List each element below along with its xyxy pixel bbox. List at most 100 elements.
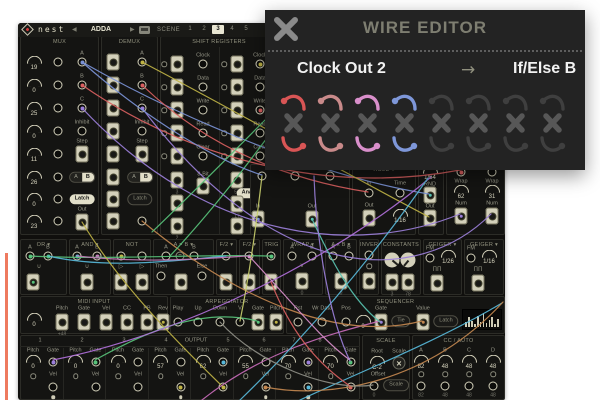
prev-patch-button[interactable]: ◀ (72, 27, 77, 33)
port-port[interactable] (285, 373, 291, 379)
jack-jack[interactable] (171, 125, 184, 142)
jack-jack[interactable] (265, 274, 278, 291)
knob[interactable]: 1/16 (478, 250, 500, 265)
jack-jack[interactable] (424, 210, 437, 227)
jack-jack[interactable] (431, 275, 444, 292)
port-port[interactable] (342, 318, 351, 327)
port-port[interactable] (115, 373, 121, 379)
port-port[interactable] (466, 371, 472, 377)
port-port[interactable] (26, 252, 35, 261)
knob[interactable]: 0 (23, 313, 45, 328)
jack-jack[interactable] (107, 146, 120, 163)
scene-1[interactable]: 1 (184, 25, 196, 34)
next-patch-button[interactable]: ▶ (130, 27, 135, 33)
port-port[interactable] (441, 382, 450, 391)
jack-jack[interactable] (171, 79, 184, 96)
port-port[interactable] (91, 358, 100, 367)
port-port[interactable] (54, 217, 63, 226)
wire-delete-button[interactable] (315, 90, 346, 158)
port-port[interactable] (267, 252, 276, 261)
port-port[interactable] (134, 358, 143, 367)
port-port[interactable] (308, 252, 317, 261)
port-port[interactable] (490, 371, 496, 377)
jack-jack[interactable] (455, 208, 468, 225)
port-port[interactable] (190, 252, 199, 261)
port-port[interactable] (49, 358, 58, 367)
jack-jack[interactable] (171, 195, 184, 212)
port-port[interactable] (418, 371, 424, 377)
read-port[interactable] (256, 129, 265, 138)
port-port[interactable] (261, 383, 270, 392)
jack-jack[interactable] (335, 273, 348, 290)
knob[interactable]: 70 (277, 355, 299, 370)
jack-jack[interactable] (157, 314, 170, 331)
latch-button[interactable]: Latch (70, 194, 95, 204)
scene-2[interactable]: 2 (198, 25, 210, 34)
port-port[interactable] (326, 172, 335, 181)
jack-jack[interactable] (231, 218, 244, 235)
port-port[interactable] (304, 383, 313, 392)
port-port[interactable] (467, 254, 476, 263)
port-port[interactable] (161, 107, 167, 113)
port-port[interactable] (288, 252, 297, 261)
port-port[interactable] (328, 373, 334, 379)
port-port[interactable] (134, 383, 143, 392)
knob[interactable]: 0 (22, 355, 44, 370)
jack-jack[interactable] (231, 148, 244, 165)
c-port[interactable] (138, 104, 147, 113)
jack-jack[interactable] (375, 314, 388, 331)
scene-4[interactable]: 4 (226, 25, 238, 34)
jack-jack[interactable] (56, 314, 69, 331)
a-port[interactable] (78, 58, 87, 67)
port-port[interactable] (346, 358, 355, 367)
read-port[interactable] (199, 129, 208, 138)
knob[interactable]: 19 (23, 56, 45, 71)
knob[interactable] (401, 253, 416, 268)
tie-button[interactable]: Tie (391, 315, 410, 327)
jack-jack[interactable] (402, 274, 415, 291)
jack-jack[interactable] (231, 56, 244, 73)
port-port[interactable] (365, 189, 374, 198)
latch-button[interactable]: Latch (127, 193, 152, 205)
knob[interactable]: 0 (23, 79, 45, 94)
wire-delete-button[interactable] (537, 90, 568, 158)
knob[interactable]: 0 (23, 125, 45, 140)
port-port[interactable] (161, 84, 167, 90)
port-port[interactable] (161, 153, 167, 159)
port-port[interactable] (365, 251, 374, 260)
jack-jack[interactable] (78, 314, 91, 331)
port-port[interactable] (219, 383, 228, 392)
jack-jack[interactable] (486, 208, 499, 225)
port-port[interactable] (138, 252, 147, 261)
knob[interactable]: 70 (320, 355, 342, 370)
clock-port[interactable] (199, 60, 208, 69)
jack-jack[interactable] (231, 196, 244, 213)
out-jack[interactable] (76, 214, 89, 231)
port-port[interactable] (396, 189, 405, 198)
knob[interactable]: 48 (434, 355, 456, 370)
port-port[interactable] (219, 358, 228, 367)
jack-jack[interactable] (306, 211, 319, 228)
jack-jack[interactable] (107, 77, 120, 94)
port-port[interactable] (489, 382, 498, 391)
port-port[interactable] (243, 373, 249, 379)
port-port[interactable] (174, 318, 183, 327)
port-port[interactable] (417, 382, 426, 391)
clock-port[interactable] (256, 60, 265, 69)
scene-5[interactable]: 5 (240, 25, 252, 34)
scene-3[interactable]: 3 (212, 25, 224, 34)
port-port[interactable] (221, 130, 227, 136)
port-port[interactable] (54, 195, 63, 204)
knob[interactable]: 0 (352, 315, 374, 330)
knob[interactable]: 55 (235, 355, 257, 370)
jack-jack[interactable] (243, 274, 256, 291)
jack-jack[interactable] (231, 172, 244, 189)
port-port[interactable] (117, 252, 126, 261)
port-port[interactable] (221, 107, 227, 113)
port-port[interactable] (294, 318, 303, 327)
wire-delete-button[interactable] (500, 90, 531, 158)
jack-jack[interactable] (171, 148, 184, 165)
inhibit-port[interactable] (78, 127, 87, 136)
port-port[interactable] (261, 358, 270, 367)
latch-button[interactable]: Latch (433, 315, 458, 327)
